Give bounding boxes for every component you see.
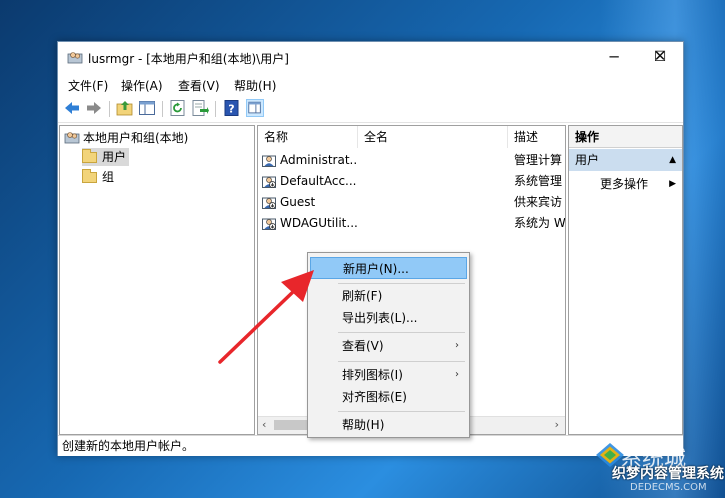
cell-name: DefaultAcc... bbox=[280, 174, 357, 188]
svg-text:?: ? bbox=[228, 103, 234, 116]
cell-name: Guest bbox=[280, 195, 316, 209]
properties-pane-icon[interactable] bbox=[246, 99, 264, 117]
ctx-export-list[interactable]: 导出列表(L)... bbox=[310, 307, 467, 329]
ctx-help[interactable]: 帮助(H) bbox=[310, 414, 467, 436]
cell-name: Administrat... bbox=[280, 153, 358, 167]
forward-arrow-icon[interactable] bbox=[85, 99, 103, 117]
ctx-refresh[interactable]: 刷新(F) bbox=[310, 285, 467, 307]
column-header-name[interactable]: 名称 bbox=[258, 126, 358, 148]
toolbar: ? bbox=[58, 96, 683, 123]
back-arrow-icon[interactable] bbox=[63, 99, 81, 117]
table-row[interactable]: Administrat... 管理计算 bbox=[258, 150, 563, 170]
column-header-fullname[interactable]: 全名 bbox=[358, 126, 508, 148]
actions-section-users[interactable]: 用户 ▲ bbox=[569, 149, 682, 171]
more-actions-item[interactable]: 更多操作 ▶ bbox=[569, 173, 682, 195]
cell-name: WDAGUtilit... bbox=[280, 216, 358, 230]
tree-item-users[interactable]: 用户 bbox=[82, 148, 130, 166]
actions-pane: 操作 用户 ▲ 更多操作 ▶ bbox=[568, 125, 683, 435]
users-group-icon bbox=[64, 132, 80, 144]
ctx-view[interactable]: 查看(V) › bbox=[310, 335, 467, 357]
export-list-icon[interactable] bbox=[191, 99, 209, 117]
table-row[interactable]: WDAGUtilit... 系统为 W bbox=[258, 213, 566, 233]
cell-description: 系统管理 bbox=[514, 174, 563, 188]
ctx-separator bbox=[338, 332, 465, 333]
menu-bar: 文件(F) 操作(A) 查看(V) 帮助(H) bbox=[58, 73, 683, 95]
disabled-user-icon bbox=[262, 176, 276, 188]
ctx-separator bbox=[338, 361, 465, 362]
ctx-separator bbox=[338, 283, 465, 284]
watermark-text-3: DEDECMS.COM bbox=[630, 482, 707, 493]
tree-pane: 本地用户和组(本地) 用户 组 bbox=[59, 125, 255, 435]
disabled-user-icon bbox=[262, 197, 276, 209]
actions-section-label: 用户 bbox=[575, 153, 600, 167]
scroll-left-icon[interactable]: ‹ bbox=[262, 418, 266, 431]
menu-file[interactable]: 文件(F) bbox=[68, 77, 108, 94]
column-header-description[interactable]: 描述 bbox=[508, 126, 565, 148]
close-button[interactable]: ✕ bbox=[637, 41, 683, 72]
status-text: 创建新的本地用户帐户。 bbox=[62, 439, 195, 453]
disabled-user-icon bbox=[262, 218, 276, 230]
refresh-icon[interactable] bbox=[169, 99, 187, 117]
help-icon[interactable]: ? bbox=[223, 99, 241, 117]
ctx-line-up-icons[interactable]: 对齐图标(E) bbox=[310, 386, 467, 408]
window-title: lusrmgr - [本地用户和组(本地)\用户] bbox=[88, 52, 289, 66]
menu-help[interactable]: 帮助(H) bbox=[234, 77, 276, 94]
table-row[interactable]: DefaultAcc... 系统管理 bbox=[258, 171, 563, 191]
scroll-right-icon[interactable]: › bbox=[555, 418, 559, 431]
cell-description: 管理计算 bbox=[514, 153, 563, 167]
tree-item-label: 用户 bbox=[102, 150, 127, 164]
submenu-arrow-icon: › bbox=[455, 369, 459, 380]
ctx-new-user[interactable]: 新用户(N)... bbox=[310, 257, 467, 279]
ctx-arrange-icons[interactable]: 排列图标(I) › bbox=[310, 364, 467, 386]
cell-description: 系统为 W bbox=[514, 216, 566, 230]
folder-icon bbox=[82, 149, 97, 163]
more-actions-label: 更多操作 bbox=[600, 177, 649, 191]
collapse-up-icon[interactable]: ▲ bbox=[669, 149, 676, 171]
ctx-view-label: 查看(V) bbox=[342, 339, 384, 353]
show-hide-tree-icon[interactable] bbox=[138, 99, 156, 117]
up-folder-icon[interactable] bbox=[116, 99, 134, 117]
tree-root-label: 本地用户和组(本地) bbox=[83, 131, 189, 145]
context-menu: 新用户(N)... 刷新(F) 导出列表(L)... 查看(V) › 排列图标(… bbox=[307, 252, 470, 438]
toolbar-separator bbox=[215, 101, 216, 117]
title-bar[interactable]: lusrmgr - [本地用户和组(本地)\用户] ─ ☐ bbox=[58, 42, 683, 73]
ctx-separator bbox=[338, 411, 465, 412]
tree-item-label: 组 bbox=[102, 170, 115, 184]
menu-view[interactable]: 查看(V) bbox=[178, 77, 220, 94]
toolbar-separator bbox=[162, 101, 163, 117]
submenu-arrow-icon: ▶ bbox=[669, 179, 676, 189]
menu-action[interactable]: 操作(A) bbox=[121, 77, 163, 94]
minimize-button[interactable]: ─ bbox=[591, 42, 637, 73]
actions-header: 操作 bbox=[569, 126, 682, 148]
tree-item-groups[interactable]: 组 bbox=[82, 168, 114, 186]
table-row[interactable]: Guest 供来宾访 bbox=[258, 192, 563, 212]
users-app-icon bbox=[67, 52, 83, 64]
toolbar-separator bbox=[109, 101, 110, 117]
submenu-arrow-icon: › bbox=[455, 340, 459, 351]
watermark-text-2: 织梦内容管理系统 bbox=[612, 466, 724, 482]
tree-root[interactable]: 本地用户和组(本地) bbox=[64, 129, 188, 147]
ctx-arrange-label: 排列图标(I) bbox=[342, 368, 403, 382]
cell-description: 供来宾访 bbox=[514, 195, 563, 209]
folder-icon bbox=[82, 169, 97, 183]
user-icon bbox=[262, 155, 276, 167]
